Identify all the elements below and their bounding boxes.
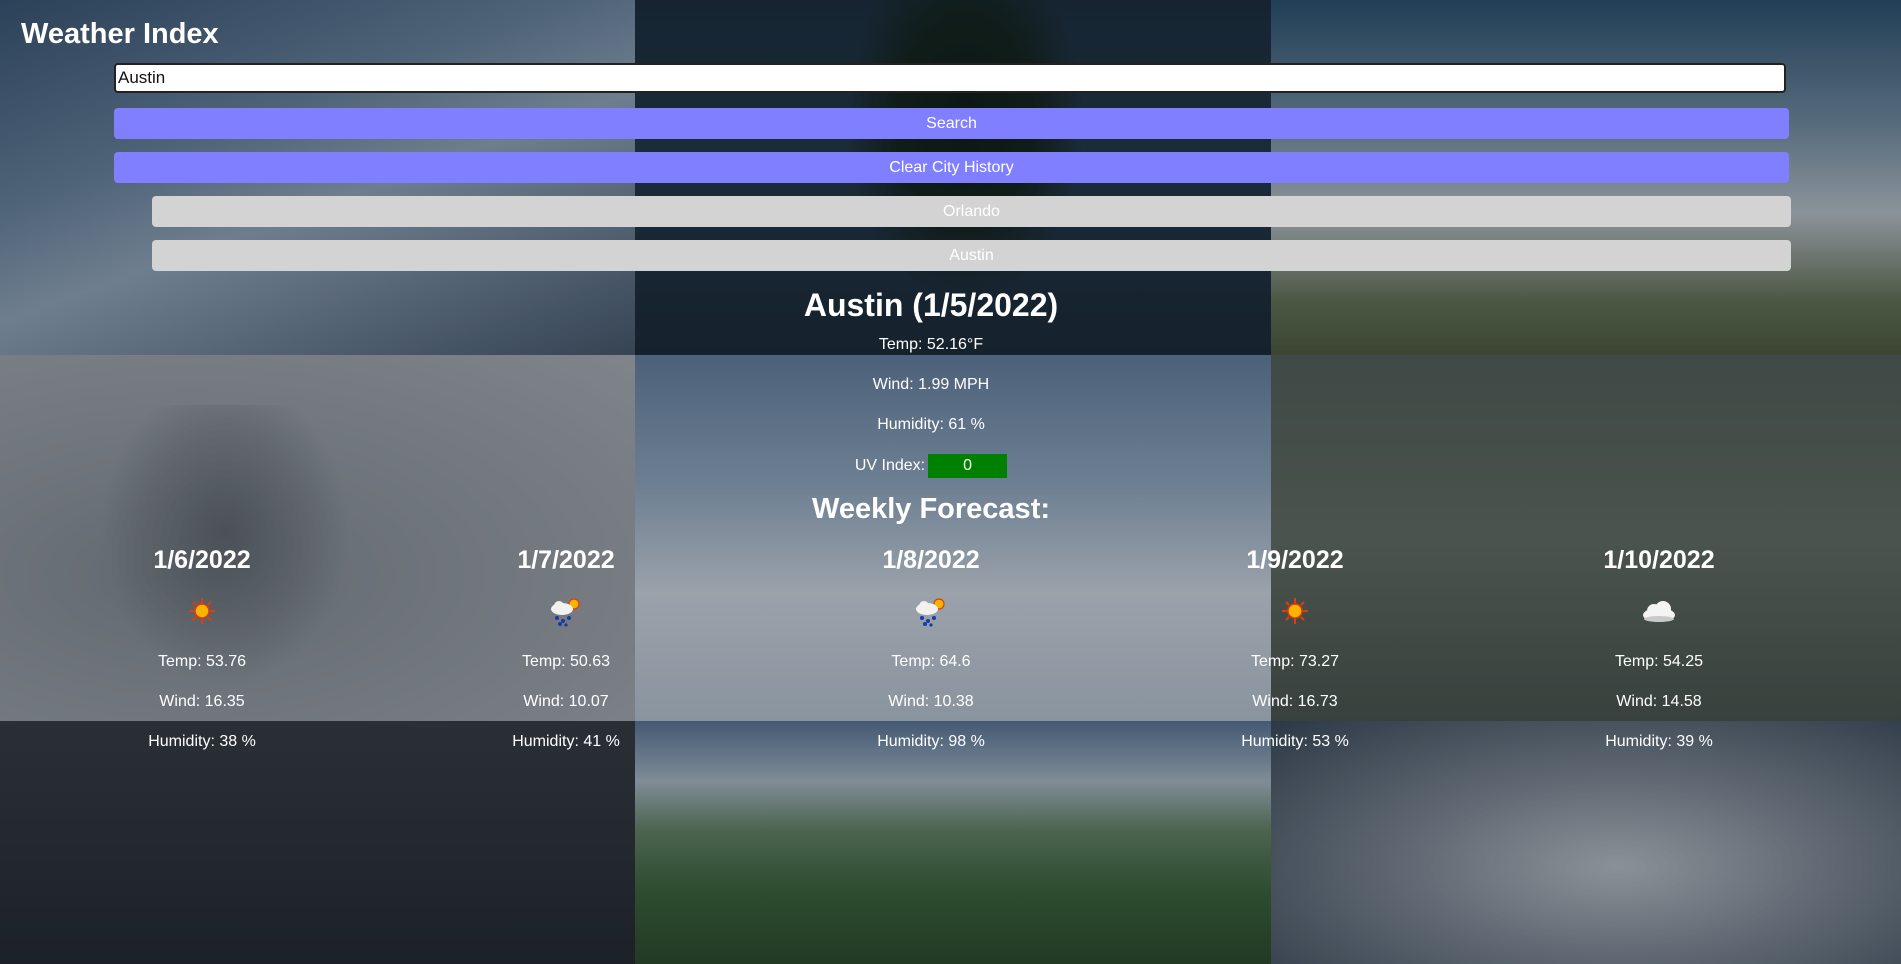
app-root: Weather Index Search Clear City History …: [0, 0, 1901, 964]
forecast-humidity: Humidity: 41 %: [512, 733, 620, 750]
forecast-humidity: Humidity: 98 %: [877, 733, 985, 750]
clear-history-button[interactable]: Clear City History: [114, 152, 1789, 183]
current-city-title: Austin (1/5/2022): [803, 287, 1059, 323]
forecast-humidity: Humidity: 38 %: [148, 733, 256, 750]
forecast-date: 1/9/2022: [1246, 546, 1344, 574]
forecast-temp: Temp: 54.25: [1614, 653, 1704, 670]
sunny-icon: [82, 591, 322, 631]
weekly-forecast-heading: Weekly Forecast:: [811, 493, 1051, 525]
rain-sun-icon: [446, 591, 686, 631]
forecast-humidity: Humidity: 53 %: [1241, 733, 1349, 750]
forecast-date: 1/6/2022: [153, 546, 251, 574]
history-city-button[interactable]: Austin: [152, 240, 1791, 271]
forecast-wind: Wind: 16.35: [159, 693, 245, 710]
uv-index-badge: 0: [928, 454, 1008, 478]
forecast-card: 1/6/2022 Temp: 53.76 Wind: 16.35 Humidit…: [82, 543, 322, 752]
forecast-date: 1/7/2022: [517, 546, 615, 574]
forecast-date: 1/10/2022: [1603, 546, 1715, 574]
current-temp: Temp: 52.16°F: [878, 336, 984, 353]
forecast-temp: Temp: 64.6: [891, 653, 971, 670]
forecast-temp: Temp: 53.76: [157, 653, 247, 670]
forecast-card: 1/8/2022 Temp: 64.6 Wind: 10.38 Humidity…: [811, 543, 1051, 752]
uv-index-label: UV Index:: [854, 457, 926, 475]
history-city-button[interactable]: Orlando: [152, 196, 1791, 227]
forecast-card: 1/10/2022 Temp: 54.25 Wind: 14.58 Humidi…: [1539, 543, 1779, 752]
forecast-card: 1/9/2022 Temp: 73.27 Wind: 16.73 Humidit…: [1175, 543, 1415, 752]
forecast-wind: Wind: 10.07: [523, 693, 609, 710]
forecast-wind: Wind: 16.73: [1252, 693, 1338, 710]
current-humidity: Humidity: 61 %: [877, 416, 985, 433]
app-title: Weather Index: [21, 18, 219, 50]
cloud-icon: [1539, 591, 1779, 631]
forecast-wind: Wind: 10.38: [888, 693, 974, 710]
forecast-date: 1/8/2022: [882, 546, 980, 574]
current-wind: Wind: 1.99 MPH: [872, 376, 990, 393]
forecast-temp: Temp: 50.63: [521, 653, 611, 670]
search-button[interactable]: Search: [114, 108, 1789, 139]
rain-sun-icon: [811, 591, 1051, 631]
uv-index-row: UV Index: 0: [0, 454, 1862, 478]
sunny-icon: [1175, 591, 1415, 631]
city-search-input[interactable]: [114, 63, 1786, 93]
forecast-humidity: Humidity: 39 %: [1605, 733, 1713, 750]
forecast-temp: Temp: 73.27: [1250, 653, 1340, 670]
forecast-wind: Wind: 14.58: [1616, 693, 1702, 710]
forecast-card: 1/7/2022 Temp: 50.63 Wind: 10.07 Humidit…: [446, 543, 686, 752]
